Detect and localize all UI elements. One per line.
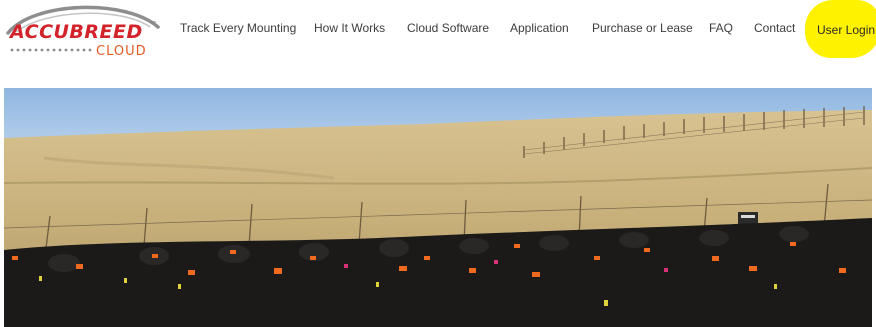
nav-contact[interactable]: Contact	[754, 21, 795, 35]
hero-cattle-pasture-illustration	[4, 88, 872, 327]
site-header: ACCUBREED ™ CLOUD Track Every Mounting H…	[0, 0, 876, 62]
nav-purchase-or-lease[interactable]: Purchase or Lease	[592, 21, 693, 35]
nav-application[interactable]: Application	[510, 21, 569, 35]
trademark-symbol: ™	[150, 21, 156, 27]
nav-faq[interactable]: FAQ	[709, 21, 733, 35]
nav-cloud-software[interactable]: Cloud Software	[407, 21, 489, 35]
logo-subtitle: CLOUD	[96, 44, 147, 59]
logo-wordmark: ACCUBREED	[10, 21, 143, 43]
nav-track-every-mounting[interactable]: Track Every Mounting	[180, 21, 296, 35]
nav-how-it-works[interactable]: How It Works	[314, 21, 385, 35]
hero-image	[4, 88, 872, 327]
nav-user-login[interactable]: User Login	[817, 23, 875, 37]
accubreed-cloud-logo[interactable]: ACCUBREED ™ CLOUD	[4, 3, 164, 59]
